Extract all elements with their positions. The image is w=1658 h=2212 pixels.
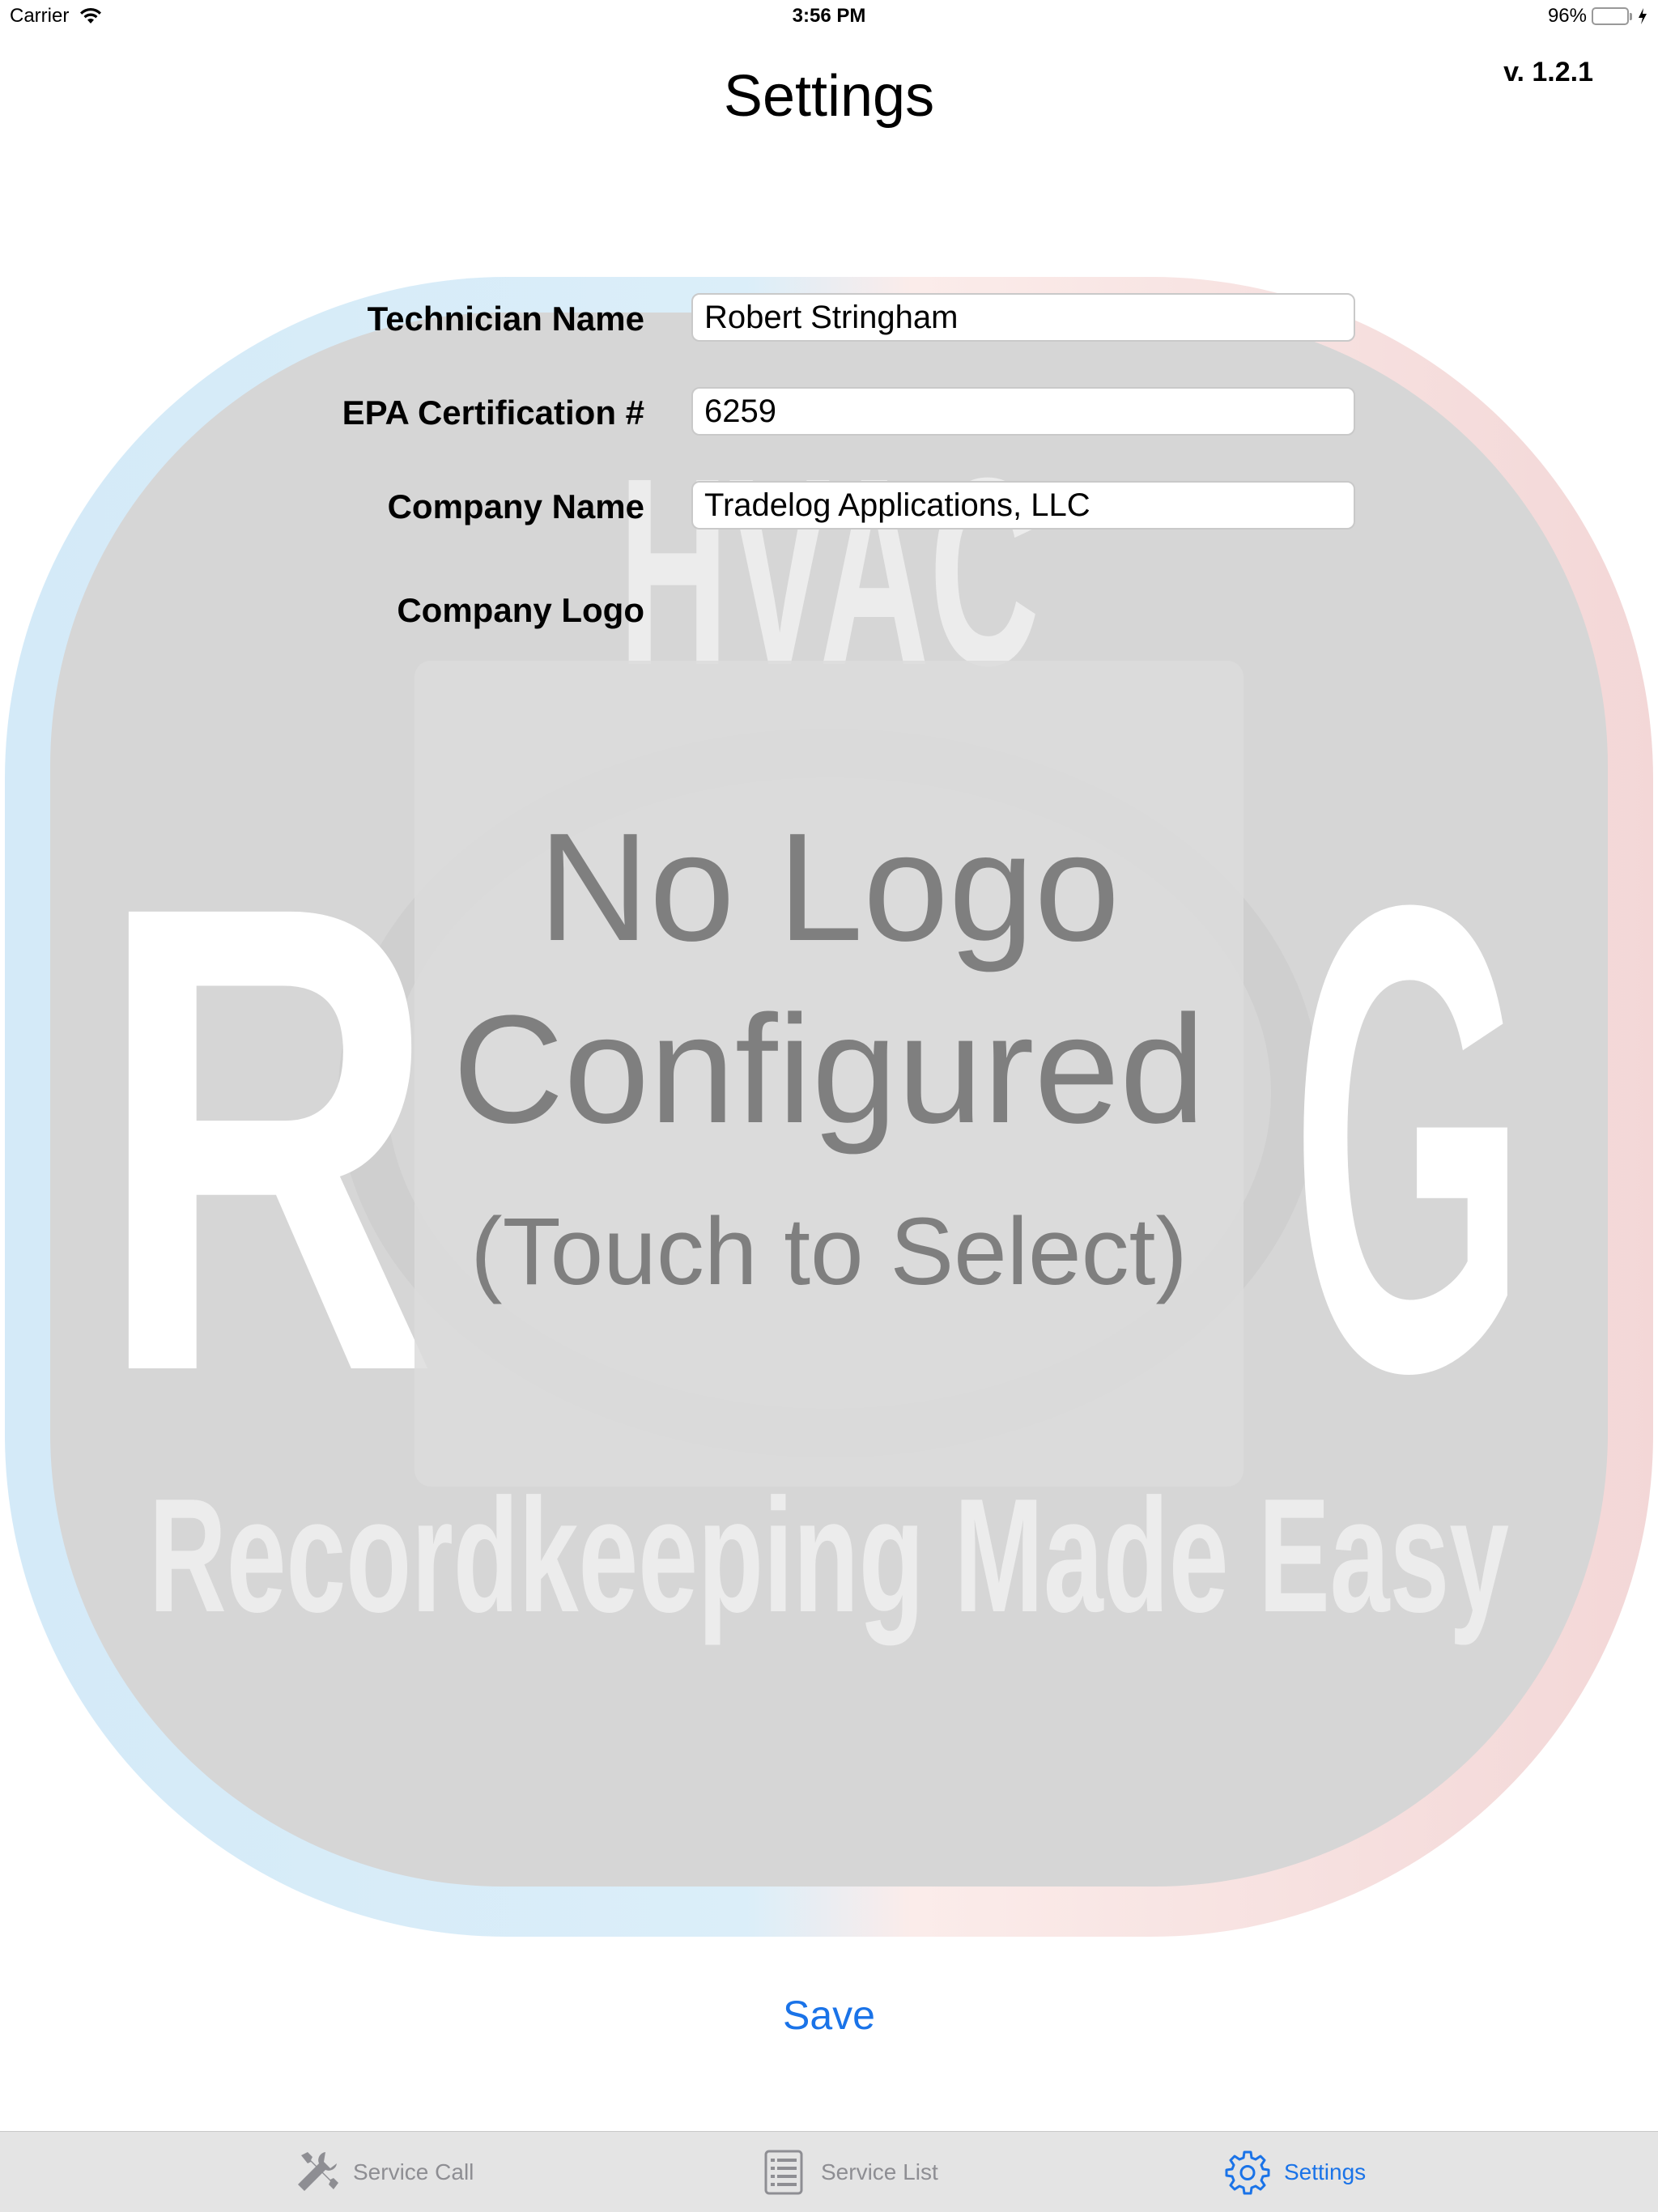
- company-name-label: Company Name: [387, 487, 644, 525]
- technician-name-label: Technician Name: [367, 300, 644, 338]
- gear-icon: [1225, 2150, 1270, 2195]
- battery-icon: [1592, 7, 1632, 25]
- tab-settings[interactable]: Settings: [1224, 2132, 1366, 2212]
- configured-text: Configured: [453, 984, 1205, 1155]
- epa-cert-label: EPA Certification #: [342, 393, 644, 432]
- tab-settings-label: Settings: [1284, 2159, 1367, 2184]
- battery-percent: 96%: [1547, 5, 1587, 27]
- company-name-row: Company Name: [0, 481, 1658, 533]
- company-logo-label: Company Logo: [397, 591, 644, 629]
- tab-service-call-label: Service Call: [353, 2159, 474, 2184]
- technician-name-row: Technician Name: [0, 293, 1658, 345]
- company-logo-picker[interactable]: No Logo Configured (Touch to Select): [414, 661, 1244, 1487]
- no-logo-text: No Logo: [538, 802, 1120, 973]
- epa-cert-row: EPA Certification #: [0, 387, 1658, 439]
- company-name-input[interactable]: [691, 481, 1355, 530]
- tab-service-list-label: Service List: [821, 2159, 938, 2184]
- tab-service-list[interactable]: Service List: [761, 2132, 938, 2212]
- watermark-tagline: Recordkeeping Made Easy: [149, 1465, 1509, 1646]
- epa-cert-input[interactable]: [691, 387, 1355, 436]
- charging-bolt-icon: [1639, 8, 1647, 24]
- tools-icon: [298, 2152, 338, 2191]
- tab-service-call[interactable]: Service Call: [293, 2132, 474, 2212]
- tab-bar: Service Call Service List Settings: [0, 2131, 1658, 2212]
- save-button[interactable]: Save: [0, 1992, 1658, 2039]
- list-icon: [764, 2150, 803, 2195]
- status-time: 3:56 PM: [792, 5, 866, 27]
- watermark-right-letter: G: [1291, 768, 1526, 1509]
- technician-name-input[interactable]: [691, 293, 1355, 342]
- version-label: v. 1.2.1: [1503, 57, 1593, 87]
- status-right: 96%: [1548, 5, 1648, 28]
- settings-screen: Carrier 3:56 PM 96% Settings v. 1.2.1 HV…: [0, 0, 1658, 2212]
- page-title: Settings: [723, 64, 935, 129]
- touch-to-select-text: (Touch to Select): [470, 1198, 1188, 1305]
- status-bar: Carrier 3:56 PM 96%: [0, 0, 1658, 32]
- watermark-left-letter: R: [97, 768, 437, 1509]
- company-logo-row: Company Logo: [0, 585, 1658, 633]
